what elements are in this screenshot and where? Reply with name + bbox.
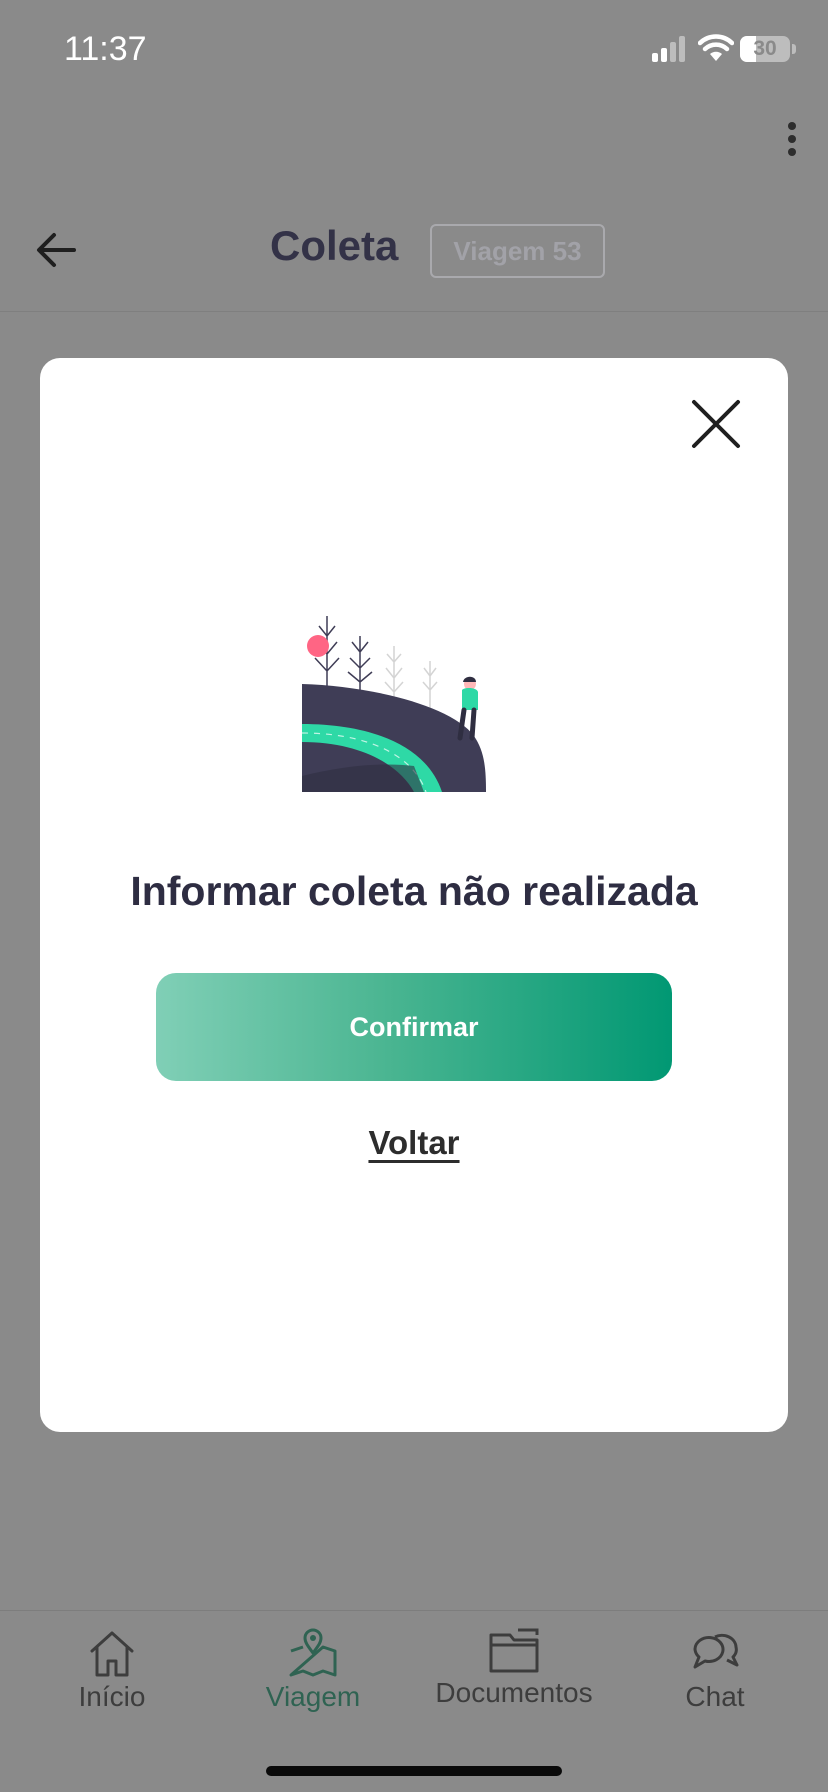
bottom-nav: Início Viagem Documentos Chat [0, 1610, 828, 1792]
nav-item-documentos[interactable]: Documentos [429, 1627, 599, 1709]
confirm-button[interactable]: Confirmar [156, 973, 672, 1081]
modal-dialog: Informar coleta não realizada Confirmar … [40, 358, 788, 1432]
battery-level: 30 [753, 37, 777, 60]
battery-icon: 30 [740, 36, 790, 62]
back-arrow-icon[interactable] [34, 230, 78, 270]
wifi-icon [698, 34, 734, 61]
road-illustration [302, 616, 486, 792]
home-icon [90, 1631, 134, 1677]
map-pin-icon [289, 1628, 337, 1677]
nav-item-chat[interactable]: Chat [630, 1627, 800, 1713]
trip-badge: Viagem 53 [430, 224, 605, 278]
nav-item-inicio[interactable]: Início [27, 1627, 197, 1713]
nav-label-inicio: Início [78, 1681, 146, 1712]
chat-icon [693, 1633, 739, 1669]
folder-icon [489, 1628, 539, 1673]
nav-label-documentos: Documentos [435, 1677, 593, 1708]
status-time: 11:37 [64, 30, 147, 68]
page-header: Coleta Viagem 53 [0, 200, 828, 312]
nav-label-chat: Chat [685, 1681, 745, 1712]
close-icon[interactable] [688, 396, 744, 452]
cellular-signal-icon [652, 36, 685, 62]
battery-cap [792, 44, 796, 54]
status-bar: 11:37 30 [0, 0, 828, 100]
page-title: Coleta [270, 222, 399, 269]
more-options-icon[interactable] [780, 122, 804, 158]
modal-title: Informar coleta não realizada [130, 868, 698, 914]
nav-label-viagem: Viagem [265, 1681, 361, 1712]
back-link[interactable]: Voltar [40, 1124, 788, 1162]
home-indicator[interactable] [266, 1766, 562, 1776]
nav-item-viagem[interactable]: Viagem [228, 1627, 398, 1713]
